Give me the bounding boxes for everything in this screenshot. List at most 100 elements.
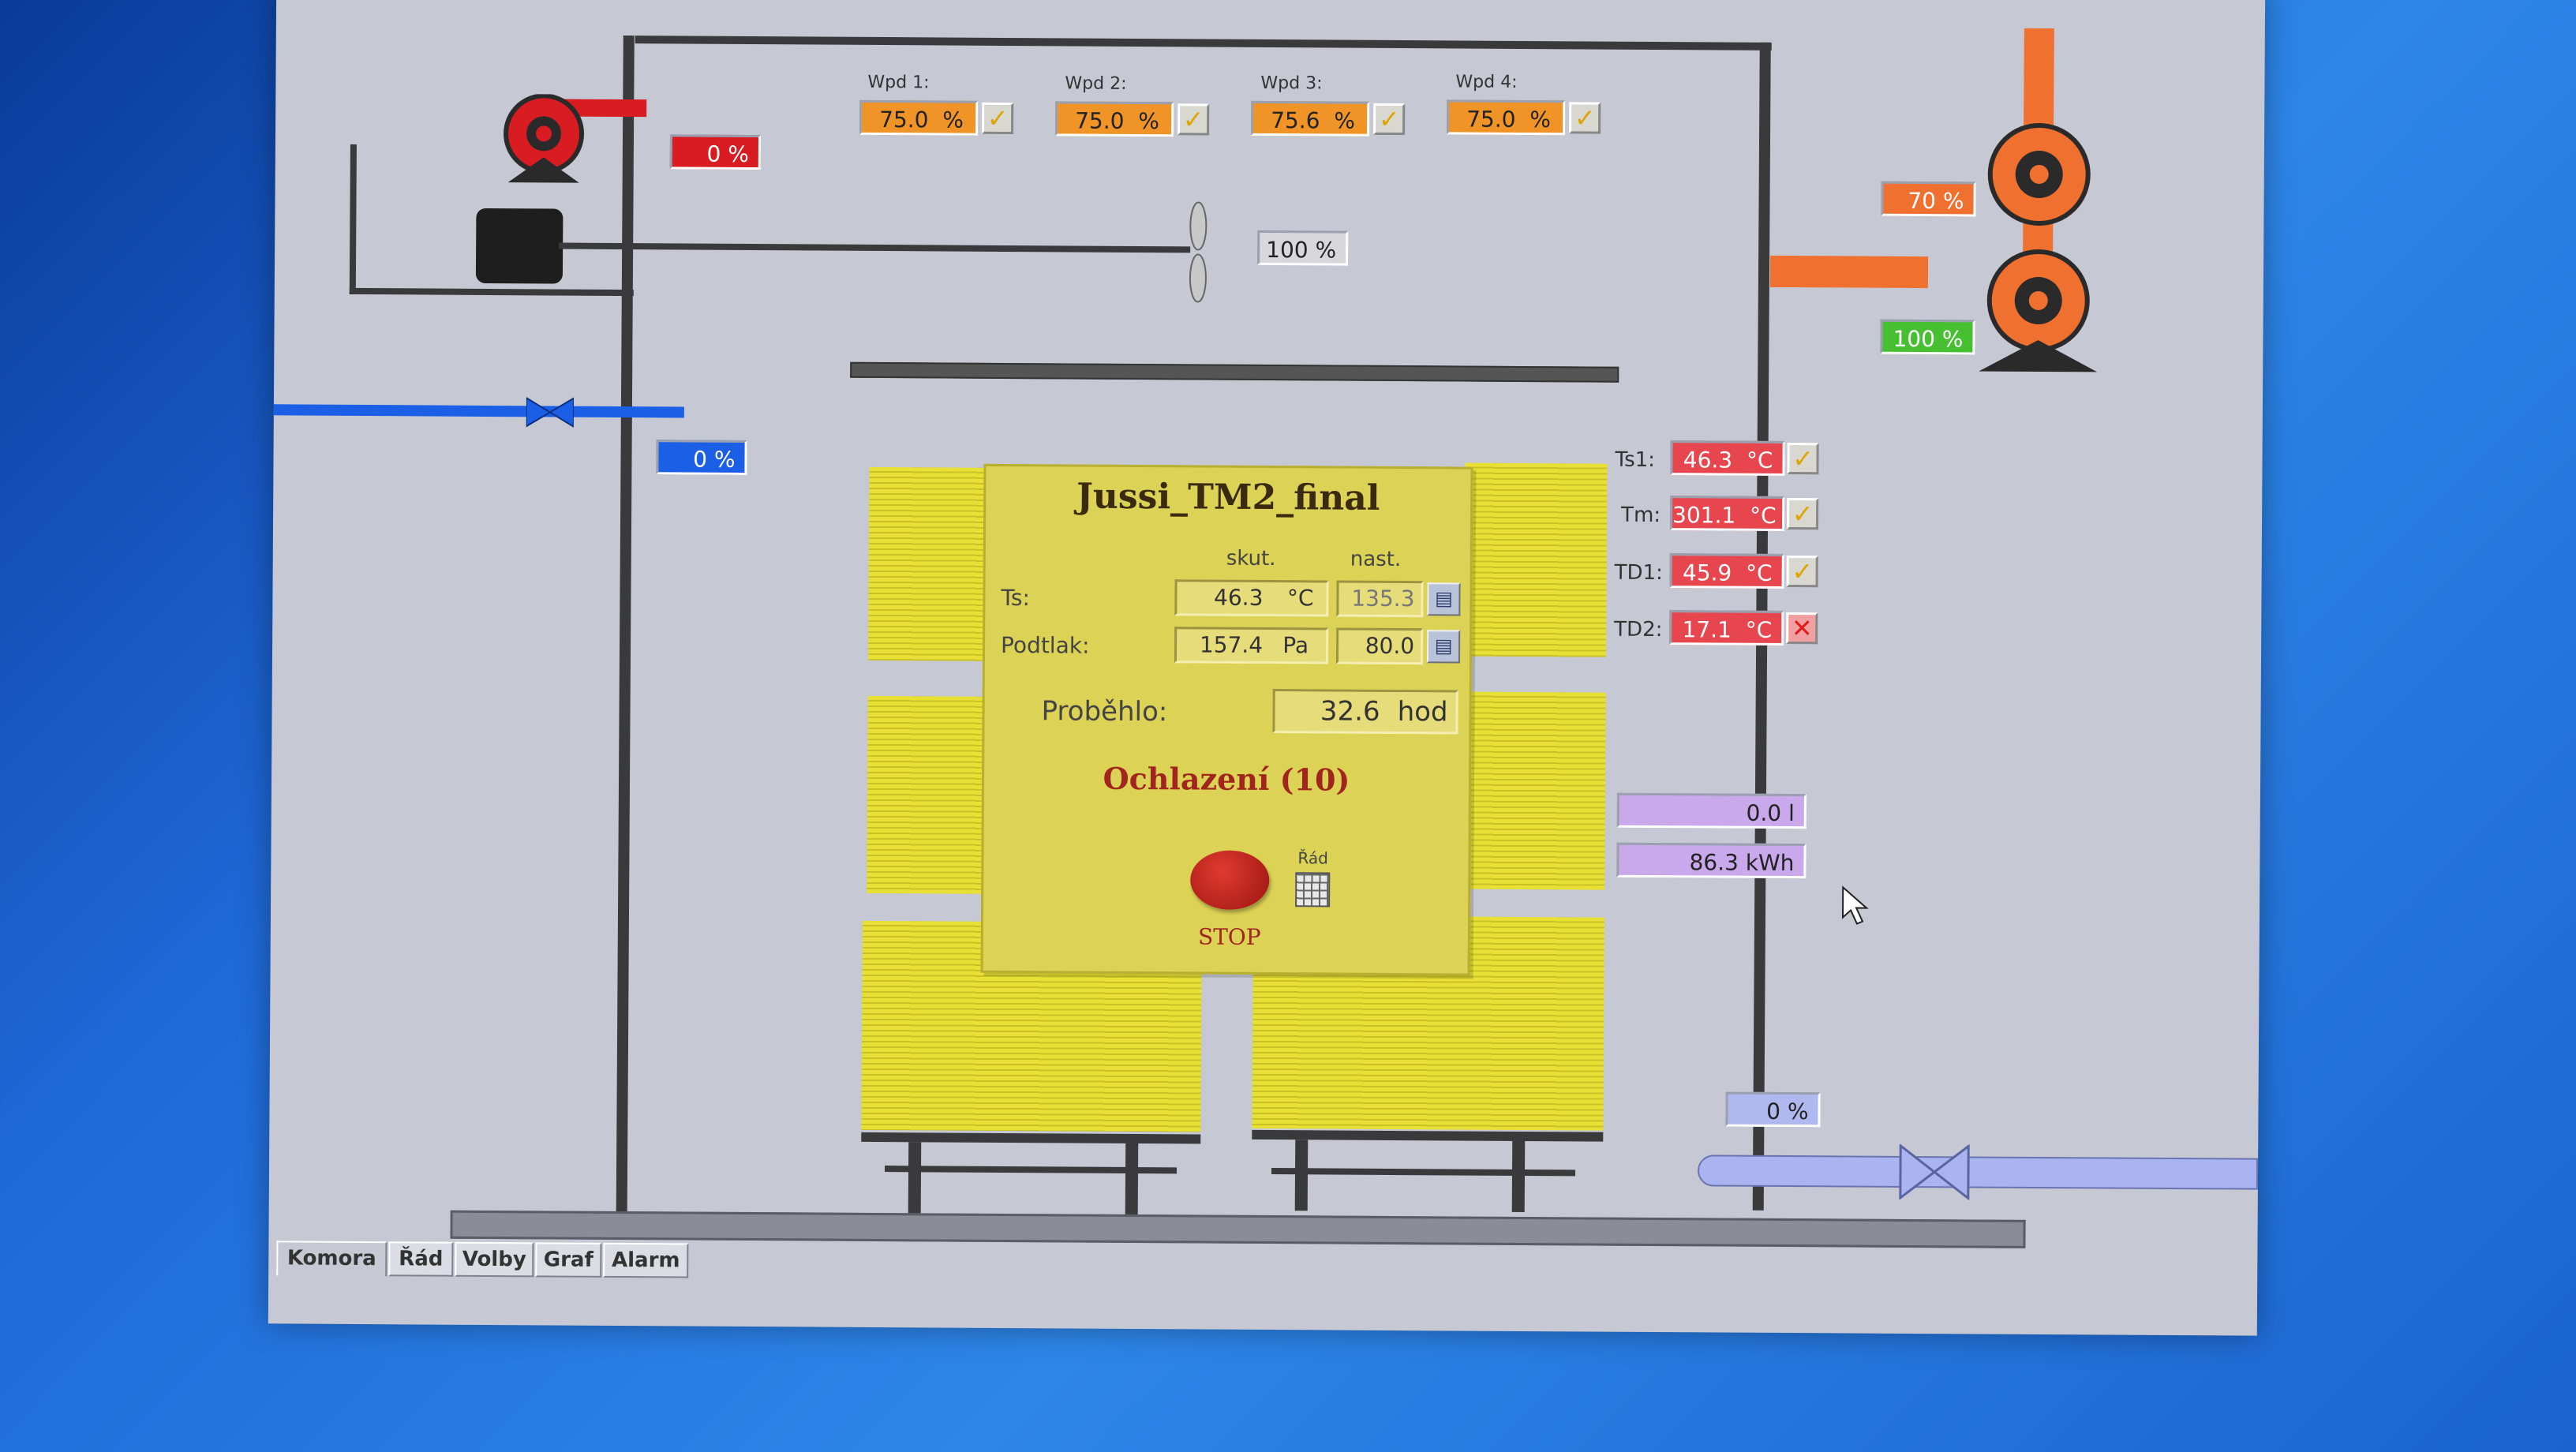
tab-rad[interactable]: Řád bbox=[388, 1241, 454, 1277]
podtlak-edit-icon[interactable]: ▤ bbox=[1426, 630, 1461, 664]
cart-left-wheel-2 bbox=[1125, 1143, 1139, 1215]
kiln-control-panel: Jussi_TM2_final skut. nast. Ts: 46.3 °C … bbox=[980, 463, 1473, 976]
mouse-cursor-icon bbox=[1841, 885, 1869, 925]
water-valve-output: 0 % bbox=[656, 440, 747, 475]
stop-button[interactable] bbox=[1190, 850, 1270, 911]
elapsed-value: 32.6 bbox=[1320, 695, 1380, 728]
exhaust-fan-output: 0 % bbox=[669, 134, 762, 170]
phase-status: Ochlazení (10) bbox=[1103, 760, 1350, 798]
hmi-screen: 100 % 0 % Wpd 1: 75.0 % ✓ Wpd 2: 75.0 % … bbox=[268, 0, 2266, 1336]
sensor-td1-number: 45.9 bbox=[1682, 559, 1732, 586]
elapsed-label: Proběhlo: bbox=[1041, 695, 1168, 728]
valve-2-check[interactable]: ✓ bbox=[1178, 103, 1210, 136]
sensor-ts1-value: 46.3 °C bbox=[1670, 440, 1785, 477]
sensor-td2-value: 17.1 °C bbox=[1669, 610, 1784, 646]
chamber-roof bbox=[635, 36, 1772, 51]
sensor-td1-check[interactable]: ✓ bbox=[1786, 556, 1818, 588]
sensor-td2-number: 17.1 bbox=[1682, 616, 1732, 643]
podtlak-set-field[interactable]: 80.0 bbox=[1335, 627, 1424, 665]
sensor-tm-unit: °C bbox=[1749, 502, 1777, 529]
cart-left-wheel-1 bbox=[908, 1142, 922, 1214]
valve-3-number: 75.6 bbox=[1271, 107, 1320, 134]
valve-4-value: 75.0 % bbox=[1447, 99, 1566, 136]
sensor-td2-unit: °C bbox=[1745, 616, 1773, 643]
pump-top-output: 70 % bbox=[1881, 181, 1976, 217]
ts-unit: °C bbox=[1286, 585, 1314, 612]
timber-stack-left-mid bbox=[867, 695, 994, 894]
valve-1-unit: % bbox=[942, 107, 964, 133]
ts-actual-value: 46.3 bbox=[1214, 584, 1264, 611]
valve-2-unit: % bbox=[1138, 107, 1160, 135]
valve-1-label: Wpd 1: bbox=[867, 72, 930, 93]
heating-pump-top-icon bbox=[1987, 122, 2091, 226]
exhaust-fan-icon bbox=[504, 94, 647, 183]
tab-komora[interactable]: Komora bbox=[276, 1241, 388, 1277]
sensor-td2-alarm[interactable]: ✕ bbox=[1786, 612, 1818, 645]
vent-pipe bbox=[1697, 1154, 2259, 1190]
valve-2-number: 75.0 bbox=[1075, 107, 1125, 134]
valve-4-check[interactable]: ✓ bbox=[1569, 102, 1601, 134]
program-title: Jussi_TM2_final bbox=[1076, 476, 1380, 518]
fan-shaft bbox=[559, 242, 1191, 253]
cart-right-wheel-2 bbox=[1511, 1140, 1526, 1213]
elapsed-unit: hod bbox=[1397, 696, 1448, 728]
sensor-tm-value: 301.1 °C bbox=[1669, 496, 1785, 532]
podtlak-set-value: 80.0 bbox=[1365, 632, 1415, 660]
elapsed-field: 32.6 hod bbox=[1272, 689, 1458, 735]
valve-3-label: Wpd 3: bbox=[1260, 73, 1323, 94]
cart-right-wheel-1 bbox=[1294, 1140, 1309, 1211]
cart-right-axle bbox=[1271, 1168, 1576, 1177]
valve-4-label: Wpd 4: bbox=[1455, 72, 1518, 92]
valve-3-value: 75.6 % bbox=[1251, 100, 1370, 137]
ts-set-field[interactable]: 135.3 bbox=[1336, 580, 1424, 618]
pump-pipe-horizontal bbox=[1769, 255, 1929, 289]
sensor-ts1-label: Ts1: bbox=[1615, 447, 1656, 473]
rad-label: Řád bbox=[1297, 848, 1328, 868]
air-baffle bbox=[850, 361, 1619, 383]
col-set-header: nast. bbox=[1350, 547, 1402, 572]
energy-consumption-meter: 86.3 kWh bbox=[1616, 842, 1807, 879]
sensor-ts1-unit: °C bbox=[1746, 447, 1773, 473]
heating-pump-bottom-icon bbox=[1979, 249, 2098, 372]
water-valve-icon bbox=[526, 396, 574, 428]
sensor-td2-label: TD2: bbox=[1614, 617, 1663, 642]
valve-1-number: 75.0 bbox=[879, 106, 929, 133]
propeller-icon bbox=[1189, 201, 1208, 303]
sensor-td1-value: 45.9 °C bbox=[1669, 553, 1784, 589]
valve-1-check[interactable]: ✓ bbox=[982, 102, 1014, 135]
tab-volby[interactable]: Volby bbox=[455, 1241, 534, 1278]
stop-label: STOP bbox=[1197, 923, 1261, 950]
ts-edit-icon[interactable]: ▤ bbox=[1427, 582, 1461, 616]
valve-2-value: 75.0 % bbox=[1055, 101, 1174, 137]
ts-label: Ts: bbox=[1001, 584, 1031, 612]
schedule-calendar-icon[interactable] bbox=[1295, 872, 1331, 908]
timber-stack-left-top bbox=[867, 466, 996, 661]
sensor-tm-check[interactable]: ✓ bbox=[1786, 498, 1819, 530]
motor-icon bbox=[475, 208, 564, 284]
sensor-ts1-check[interactable]: ✓ bbox=[1787, 443, 1819, 475]
bottom-valve-output: 0 % bbox=[1725, 1091, 1821, 1128]
valve-4-unit: % bbox=[1530, 107, 1552, 133]
ts-set-value: 135.3 bbox=[1351, 585, 1415, 612]
podtlak-actual-field: 157.4 Pa bbox=[1174, 627, 1329, 664]
valve-3-check[interactable]: ✓ bbox=[1373, 103, 1406, 136]
podtlak-label: Podtlak: bbox=[1000, 631, 1090, 659]
sensor-tm-label: Tm: bbox=[1621, 503, 1661, 528]
valve-3-unit: % bbox=[1334, 107, 1356, 134]
sensor-td1-label: TD1: bbox=[1614, 560, 1663, 586]
timber-stack-right-mid bbox=[1462, 691, 1606, 890]
ts-actual-field: 46.3 °C bbox=[1174, 579, 1329, 617]
vent-valve-icon bbox=[1899, 1143, 1970, 1200]
sensor-tm-number: 301.1 bbox=[1672, 502, 1736, 529]
fan-bracket-horizontal bbox=[349, 287, 634, 297]
fan-bracket-vertical bbox=[349, 144, 357, 294]
podtlak-unit: Pa bbox=[1282, 632, 1309, 659]
valve-4-number: 75.0 bbox=[1466, 106, 1516, 133]
valve-2-label: Wpd 2: bbox=[1065, 73, 1127, 94]
timber-stack-right-top bbox=[1464, 462, 1608, 657]
sensor-ts1-number: 46.3 bbox=[1683, 447, 1733, 473]
tab-graf[interactable]: Graf bbox=[535, 1242, 602, 1278]
circulation-fan-output: 100 % bbox=[1257, 230, 1349, 266]
sensor-td1-unit: °C bbox=[1745, 559, 1773, 586]
tab-alarm[interactable]: Alarm bbox=[603, 1242, 689, 1278]
